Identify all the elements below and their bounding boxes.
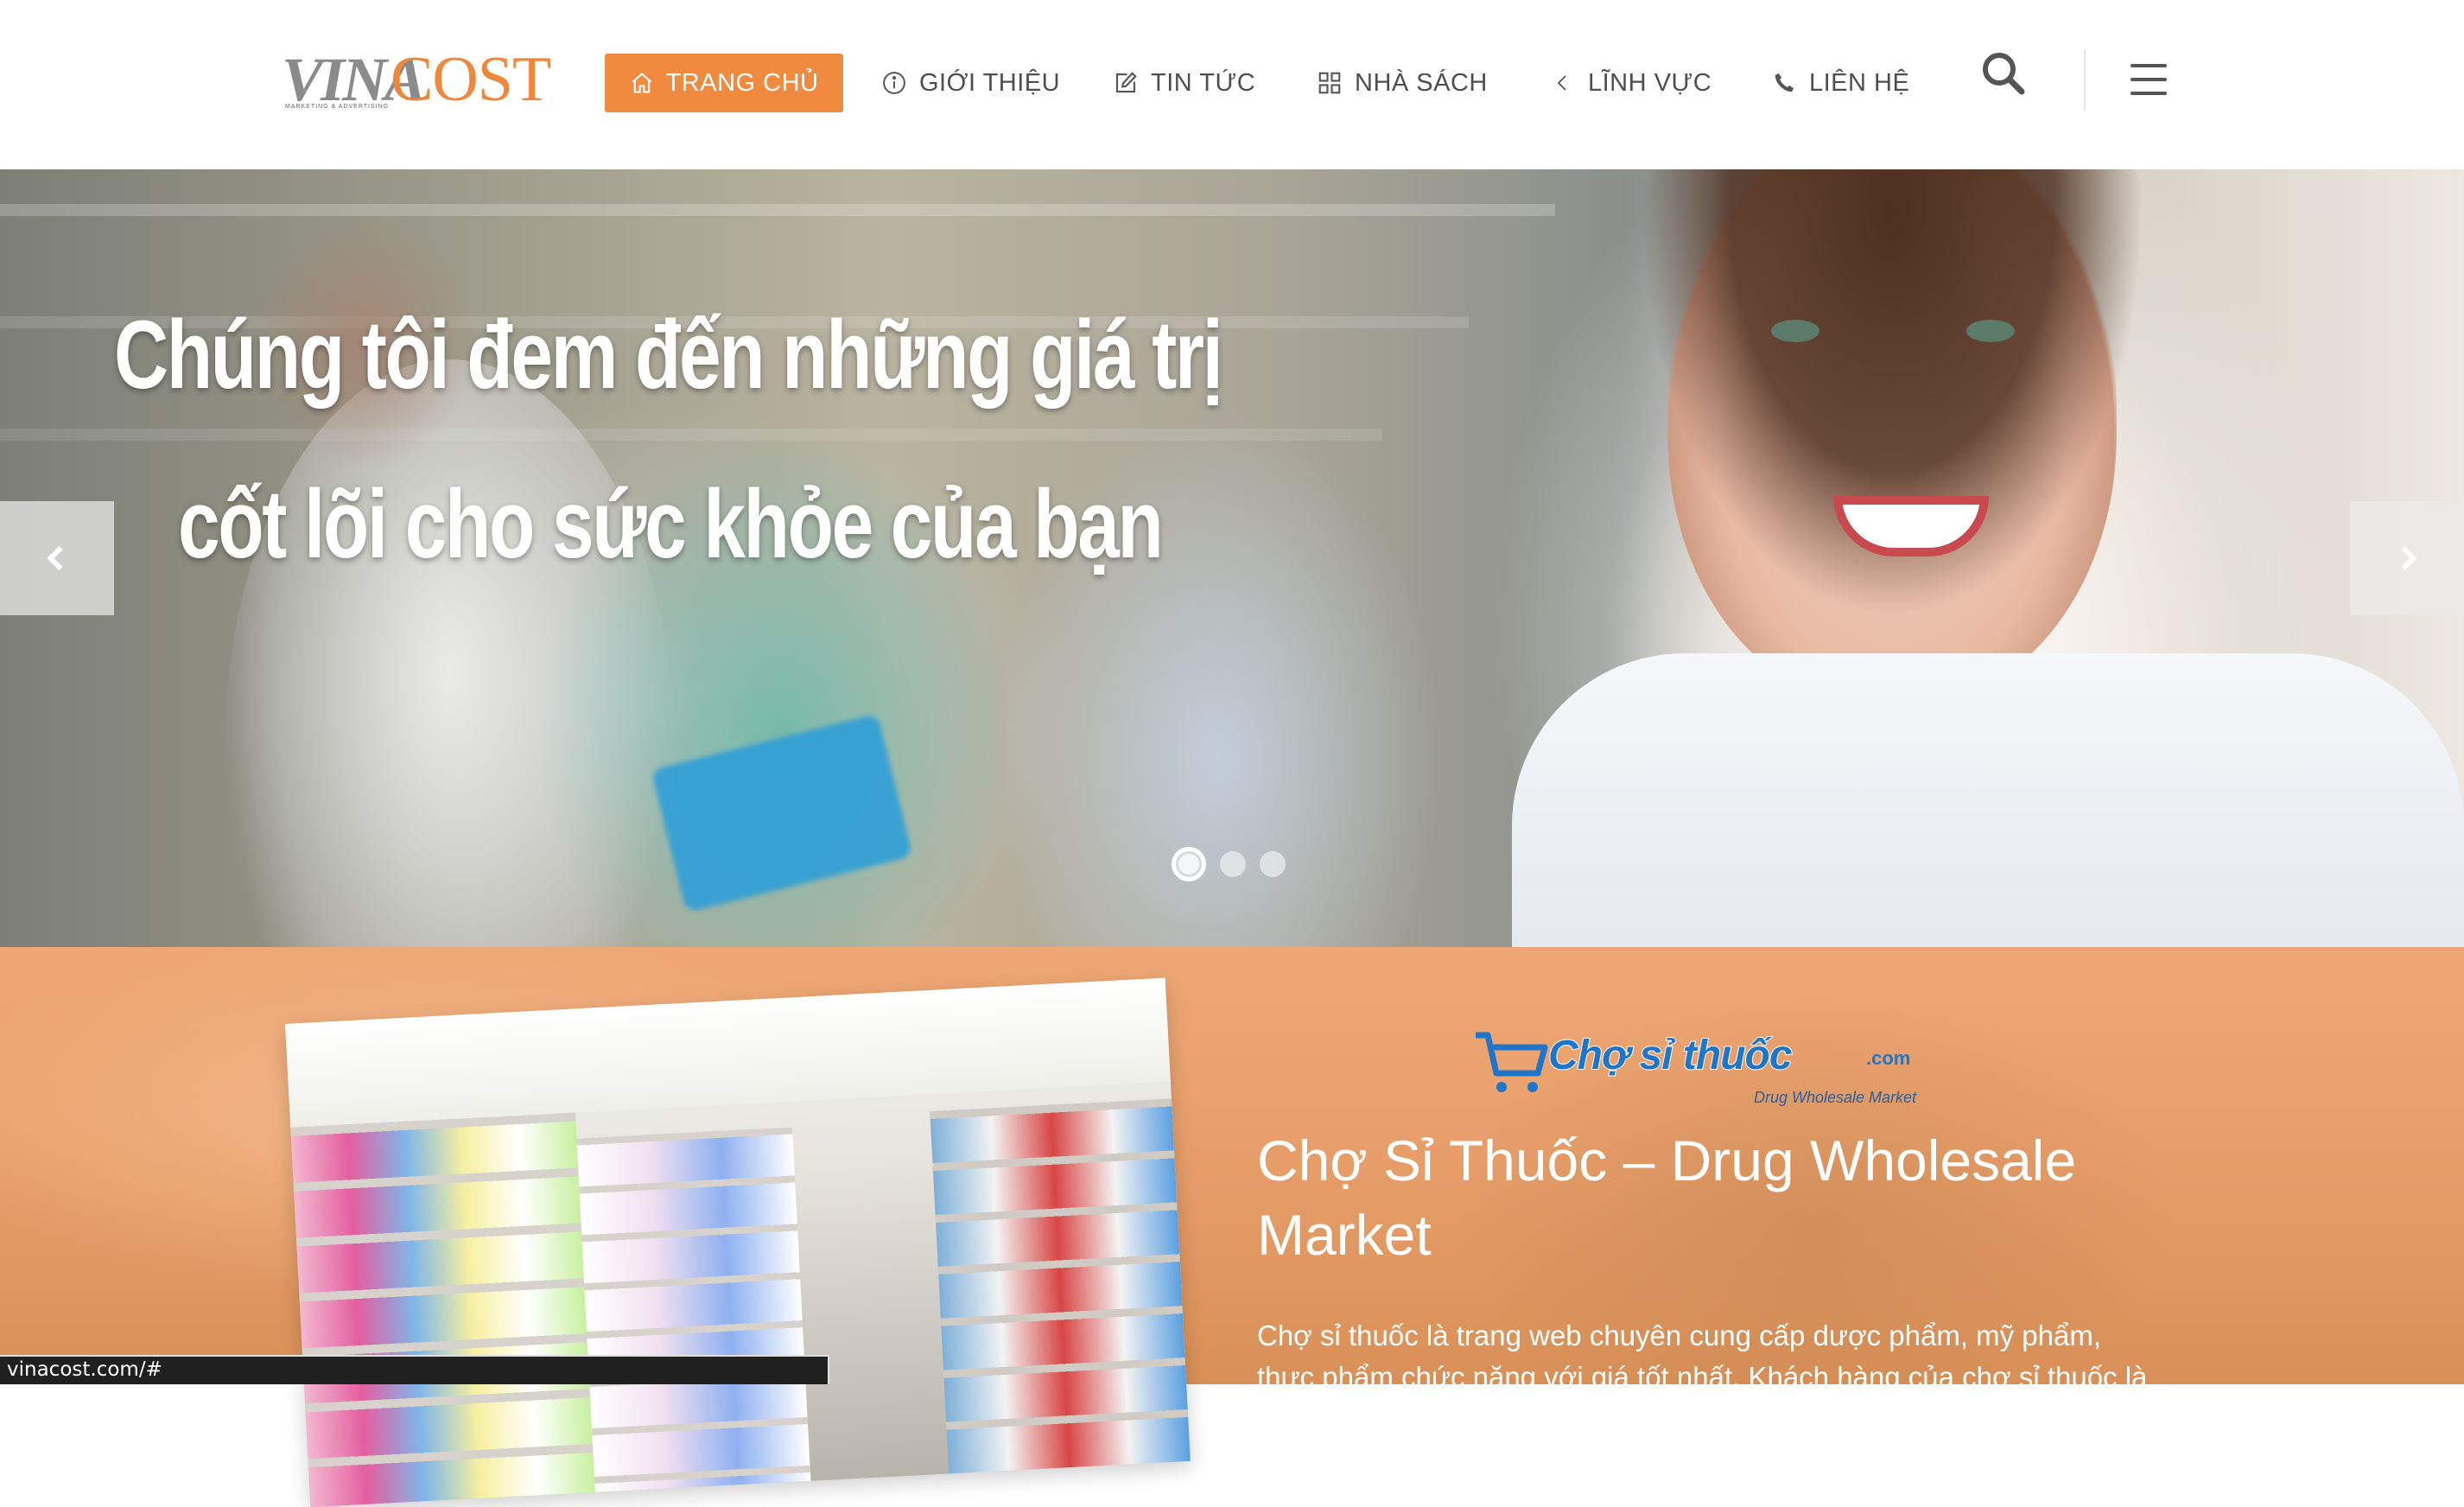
site-logo[interactable]: VINA COST MARKETING & ADVERTISING	[278, 45, 555, 114]
edit-icon	[1113, 70, 1139, 96]
nav-item-fields[interactable]: LĨNH VỰC	[1550, 54, 1711, 112]
nav-item-home[interactable]: TRANG CHỦ	[605, 54, 843, 112]
home-icon	[630, 70, 654, 96]
nav-item-about[interactable]: GIỚI THIỆU	[881, 54, 1060, 112]
slider-dot-2[interactable]	[1220, 851, 1246, 877]
header-divider	[2084, 50, 2086, 111]
slider-dot-3[interactable]	[1260, 851, 1286, 877]
slider-pagination	[1172, 847, 1286, 881]
brand-logo-text: Chợ sỉ thuốc	[1547, 1032, 1794, 1079]
logo-tagline: MARKETING & ADVERTISING	[285, 104, 390, 110]
grid-icon	[1317, 70, 1343, 96]
nav-item-label: NHÀ SÁCH	[1355, 68, 1488, 97]
nav-item-news[interactable]: TIN TỨC	[1113, 54, 1255, 112]
chevron-right-icon	[2401, 545, 2417, 571]
hero-line-1: Chúng tôi đem đến những giá trị	[114, 301, 1223, 409]
section-title: Chợ Sỉ Thuốc – Drug Wholesale Market	[1257, 1129, 2077, 1267]
hamburger-icon	[2131, 64, 2167, 67]
cho-si-thuoc-logo[interactable]: Chợ sỉ thuốc .com Drug Wholesale Market	[1472, 1025, 1956, 1120]
search-icon	[1983, 53, 2025, 95]
status-url: vinacost.com/#	[7, 1358, 162, 1381]
slider-next-button[interactable]	[2350, 501, 2464, 615]
section-description: Chợ sỉ thuốc là trang web chuyên cung cấ…	[1257, 1319, 2148, 1434]
search-button[interactable]	[1978, 48, 2030, 100]
nav-item-contact[interactable]: LIÊN HỆ	[1771, 54, 1909, 112]
nav-item-label: LĨNH VỰC	[1588, 68, 1712, 97]
chevron-left-icon	[1550, 70, 1576, 96]
white-coat	[1512, 653, 2464, 947]
slider-prev-button[interactable]	[0, 501, 114, 615]
shopping-cart-icon	[1476, 1032, 1548, 1092]
browser-status-bar: vinacost.com/#	[0, 1355, 829, 1384]
hero-headline: Chúng tôi đem đến những giá trị cốt lõi …	[0, 169, 1382, 947]
nav-item-label: TRANG CHỦ	[665, 68, 819, 97]
left-eye	[1771, 320, 1819, 342]
chevron-left-icon	[47, 545, 63, 571]
pharmacy-aisle-image	[285, 977, 1191, 1507]
brand-logo-suffix: .com	[1866, 1047, 1911, 1069]
logo-text-cost: COST	[391, 44, 551, 115]
brand-logo-subtitle: Drug Wholesale Market	[1754, 1089, 1917, 1106]
hero-line-2: cốt lõi cho sức khỏe của bạn	[178, 470, 1164, 578]
site-header: VINA COST MARKETING & ADVERTISING TRANG …	[0, 0, 2464, 169]
slider-dot-1[interactable]	[1172, 847, 1206, 881]
right-eye	[1966, 320, 2015, 342]
info-icon	[881, 70, 907, 96]
nav-item-label: TIN TỨC	[1151, 68, 1256, 97]
nav-item-bookstore[interactable]: NHÀ SÁCH	[1317, 54, 1488, 112]
phone-icon	[1771, 70, 1797, 96]
hero-slider[interactable]: Chúng tôi đem đến những giá trị cốt lõi …	[0, 169, 2464, 947]
nav-item-label: GIỚI THIỆU	[919, 68, 1061, 97]
hamburger-menu-button[interactable]	[2131, 64, 2169, 99]
nav-item-label: LIÊN HỆ	[1809, 68, 1910, 97]
